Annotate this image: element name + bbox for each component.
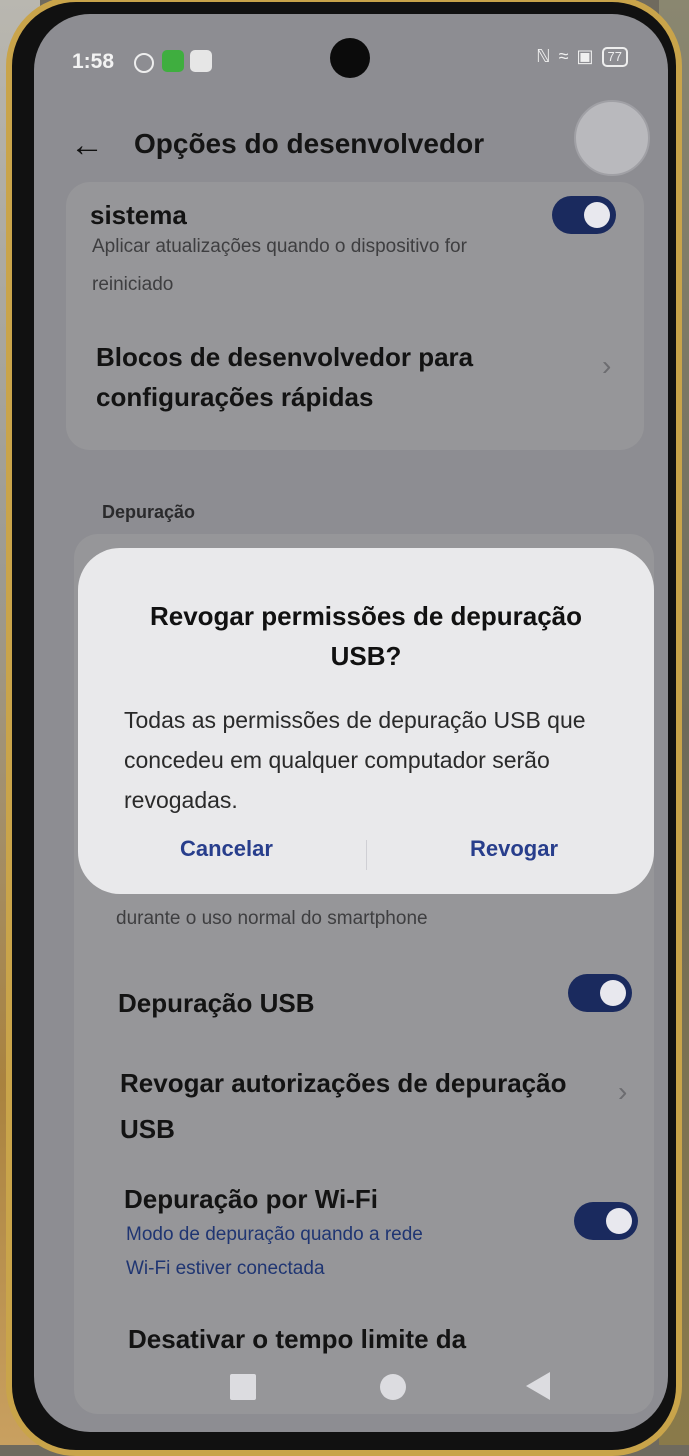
status-bar: 1:58 ℕ ≈ ▣ 77: [34, 14, 668, 104]
section-header-debug: Depuração: [102, 502, 196, 522]
sim-icon: ▣: [576, 46, 594, 66]
phone-frame: 1:58 ℕ ≈ ▣ 77 ← Opções do desenvolvedor …: [6, 0, 682, 1456]
app-notification-icon: [162, 50, 184, 72]
dialog-title: Revogar permissões de depuração USB?: [149, 601, 583, 671]
revoke-dialog: Revogar permissões de depuração USB? Tod…: [78, 548, 654, 894]
back-triangle-icon[interactable]: [526, 1372, 550, 1400]
revoke-button[interactable]: Revogar: [470, 836, 558, 862]
home-icon[interactable]: [380, 1374, 406, 1400]
avatar[interactable]: [574, 100, 650, 176]
cancel-button[interactable]: Cancelar: [180, 836, 273, 862]
system-updates-subtitle-line2: reiniciado: [92, 274, 174, 295]
phone-screen: 1:58 ℕ ≈ ▣ 77 ← Opções do desenvolvedor …: [34, 14, 668, 1432]
message-icon: [190, 50, 212, 72]
button-divider: [366, 840, 367, 870]
revoke-usb-title-line2[interactable]: USB: [120, 1110, 175, 1148]
status-time: 1:58: [72, 50, 115, 73]
chevron-right-icon: ›: [618, 1076, 628, 1107]
usb-debug-toggle[interactable]: [568, 974, 632, 1012]
dev-tiles-title-line1[interactable]: Blocos de desenvolvedor para: [96, 338, 473, 376]
front-camera: [330, 38, 370, 78]
dialog-body: Todas as permissões de depuração USB que…: [124, 707, 586, 813]
partial-subtitle: durante o uso normal do smartphone: [116, 908, 428, 929]
system-updates-title: sistema: [90, 200, 187, 230]
toggle-knob: [600, 980, 626, 1006]
sync-icon: [134, 53, 154, 73]
toggle-knob: [606, 1208, 632, 1234]
dev-tiles-title-line2[interactable]: configurações rápidas: [96, 378, 373, 416]
status-icons: ℕ ≈ ▣ 77: [536, 46, 628, 67]
system-updates-subtitle-line1: Aplicar atualizações quando o dispositiv…: [92, 236, 467, 257]
usb-debug-title[interactable]: Depuração USB: [118, 984, 315, 1022]
wifi-icon: ≈: [558, 46, 569, 66]
page-title: Opções do desenvolvedor: [134, 128, 485, 159]
revoke-usb-title-line1[interactable]: Revogar autorizações de depuração: [120, 1064, 566, 1102]
recents-icon[interactable]: [230, 1374, 256, 1400]
wifi-debug-subtitle-line2: Wi-Fi estiver conectada: [126, 1258, 325, 1279]
system-updates-toggle[interactable]: [552, 196, 616, 234]
wifi-debug-toggle[interactable]: [574, 1202, 638, 1240]
toggle-knob: [584, 202, 610, 228]
navigation-bar: [34, 1352, 668, 1432]
battery-icon: 77: [601, 46, 628, 67]
chevron-right-icon: ›: [602, 350, 612, 381]
wifi-debug-title[interactable]: Depuração por Wi-Fi: [124, 1180, 378, 1218]
wifi-debug-subtitle-line1: Modo de depuração quando a rede: [126, 1224, 423, 1245]
nfc-icon: ℕ: [536, 46, 551, 66]
back-arrow-icon[interactable]: ←: [70, 128, 106, 162]
